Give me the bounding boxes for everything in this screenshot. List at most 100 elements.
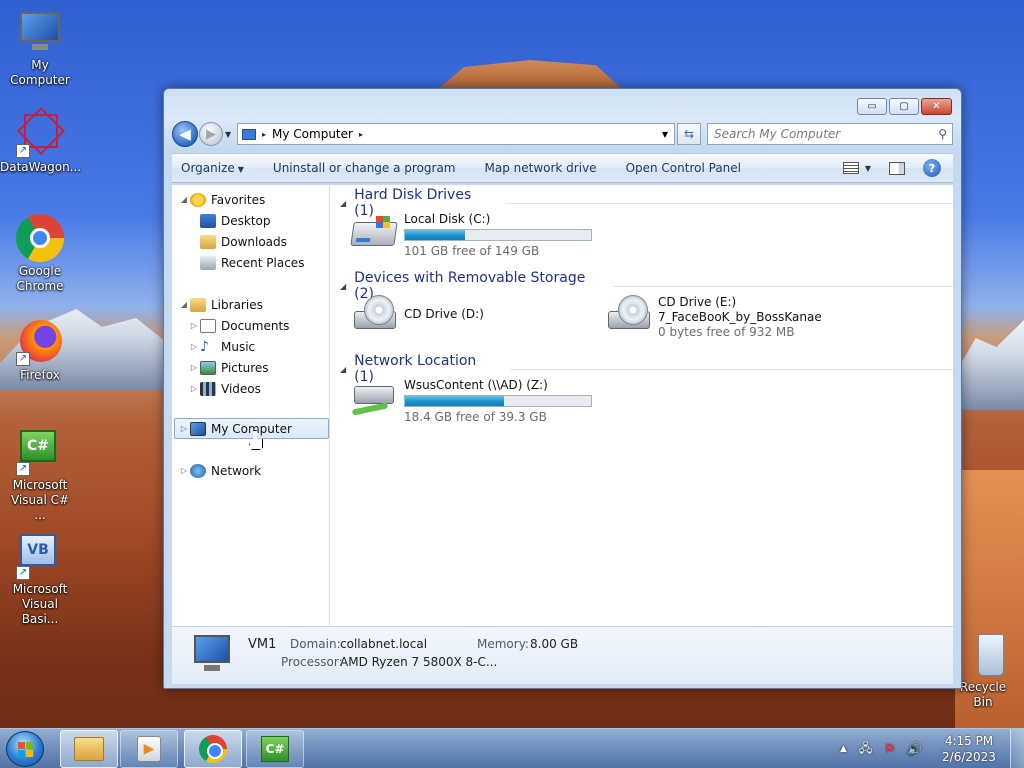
forward-button[interactable]: ▶ xyxy=(199,122,223,146)
nav-documents[interactable]: ▷ Documents xyxy=(188,315,289,336)
desktop-icon-visual-csharp[interactable]: C# ↗ Microsoft Visual C# ... xyxy=(0,428,80,523)
clock[interactable]: 4:15 PM 2/6/2023 xyxy=(934,733,1004,765)
drive-name: CD Drive (D:) xyxy=(404,307,484,321)
action-center-flag-icon[interactable]: ⚑ xyxy=(884,742,895,756)
nav-label: Desktop xyxy=(221,213,271,228)
network-icon xyxy=(190,463,206,478)
nav-network[interactable]: ▷ Network xyxy=(178,460,261,481)
computer-icon xyxy=(242,128,256,140)
search-input[interactable]: Search My Computer ⚲ xyxy=(707,123,953,145)
start-button[interactable] xyxy=(6,731,44,767)
nav-label: Network xyxy=(211,463,262,478)
nav-desktop[interactable]: Desktop xyxy=(200,210,271,231)
change-view-button[interactable]: ▼ xyxy=(842,162,871,174)
memory-label: Memory: xyxy=(477,637,529,651)
expand-triangle-icon[interactable]: ▷ xyxy=(188,384,200,393)
nav-label: My Computer xyxy=(211,421,292,436)
expand-triangle-icon[interactable]: ◢ xyxy=(178,300,190,309)
uninstall-program-button[interactable]: Uninstall or change a program xyxy=(273,161,456,175)
maximize-button[interactable]: ▢ xyxy=(889,98,919,115)
recent-pages-button[interactable]: ▼ xyxy=(225,130,235,139)
nav-recent-places[interactable]: Recent Places xyxy=(200,252,304,273)
desktop-icon-firefox[interactable]: ↗ Firefox xyxy=(0,318,80,383)
nav-label: Videos xyxy=(221,381,261,396)
volume-icon[interactable]: 🔊 xyxy=(907,742,922,756)
minimize-button[interactable]: ▭ xyxy=(857,98,887,115)
help-button[interactable]: ? xyxy=(923,159,941,177)
drive-usage-fill xyxy=(405,230,465,240)
chrome-icon xyxy=(16,214,64,262)
open-control-panel-button[interactable]: Open Control Panel xyxy=(626,161,741,175)
documents-icon xyxy=(200,318,216,333)
show-hidden-icons-button[interactable]: ▲ xyxy=(840,744,847,754)
drive-d[interactable]: CD Drive (D:) xyxy=(350,295,484,335)
desktop-icon-my-computer[interactable]: My Computer xyxy=(0,8,80,88)
taskbar-explorer[interactable] xyxy=(60,730,118,768)
computer-icon xyxy=(16,8,64,56)
shortcut-arrow-icon: ↗ xyxy=(16,462,30,476)
desktop-icon-visual-basic[interactable]: VB ↗ Microsoft Visual Basi... xyxy=(0,532,80,627)
desktop-icon-label: DataWagon... xyxy=(0,160,82,174)
expand-triangle-icon[interactable]: ▷ xyxy=(178,424,190,433)
expand-triangle-icon[interactable]: ▷ xyxy=(188,342,200,351)
map-network-drive-button[interactable]: Map network drive xyxy=(485,161,597,175)
computer-icon xyxy=(190,635,234,675)
nav-label: Documents xyxy=(221,318,290,333)
domain-value: collabnet.local xyxy=(340,637,428,651)
group-divider xyxy=(509,368,953,370)
show-desktop-button[interactable] xyxy=(1010,729,1024,768)
drive-c[interactable]: Local Disk (C:) 101 GB free of 149 GB xyxy=(350,212,592,259)
desktop-icon-chrome[interactable]: Google Chrome xyxy=(0,214,80,294)
explorer-window[interactable]: ▭ ▢ ✕ ◀ ▶ ▼ ▸ My Computer ▸ ▼ ⇆ Search M… xyxy=(163,88,962,689)
desktop-icon-label: Microsoft Visual C# ... xyxy=(10,478,70,522)
nav-downloads[interactable]: Downloads xyxy=(200,231,287,252)
nav-pictures[interactable]: ▷ Pictures xyxy=(188,357,269,378)
nav-videos[interactable]: ▷ Videos xyxy=(188,378,261,399)
taskbar-chrome[interactable] xyxy=(184,730,242,768)
chevron-right-icon[interactable]: ▸ xyxy=(359,130,363,139)
nav-libraries[interactable]: ◢ Libraries xyxy=(178,294,263,315)
drive-e[interactable]: CD Drive (E:) 7_FaceBooK_by_BossKanae 0 … xyxy=(604,295,822,340)
nav-music[interactable]: ▷ ♪ Music xyxy=(188,336,255,357)
vb-icon: VB ↗ xyxy=(16,532,64,580)
drive-usage-fill xyxy=(405,396,504,406)
drive-z[interactable]: WsusContent (\\AD) (Z:) 18.4 GB free of … xyxy=(350,378,592,425)
expand-triangle-icon[interactable]: ▷ xyxy=(188,363,200,372)
collapse-triangle-icon[interactable]: ◢ xyxy=(340,199,346,208)
drive-usage-bar xyxy=(404,229,592,241)
nav-label: Favorites xyxy=(211,192,266,207)
expand-triangle-icon[interactable]: ▷ xyxy=(178,466,190,475)
preview-pane-button[interactable] xyxy=(889,161,905,175)
collapse-triangle-icon[interactable]: ◢ xyxy=(340,282,346,291)
navigation-pane[interactable]: ◢ Favorites Desktop Downloads Recent Pla… xyxy=(172,185,330,626)
nav-favorites[interactable]: ◢ Favorites xyxy=(178,189,265,210)
music-icon: ♪ xyxy=(200,338,209,355)
csharp-icon: C# xyxy=(261,736,289,762)
content-pane[interactable]: ◢ Hard Disk Drives (1) Local Disk (C:) 1… xyxy=(332,185,953,626)
nav-label: Recent Places xyxy=(221,255,305,270)
taskbar-media-player[interactable]: ▶ xyxy=(120,730,178,768)
nav-my-computer[interactable]: ▷ My Computer xyxy=(174,418,329,439)
desktop-icon-datawagon[interactable]: ↗ DataWagon... xyxy=(0,106,82,175)
address-bar[interactable]: ▸ My Computer ▸ ▼ xyxy=(237,123,675,145)
downloads-folder-icon xyxy=(200,234,216,249)
chevron-right-icon[interactable]: ▸ xyxy=(262,130,266,139)
close-button[interactable]: ✕ xyxy=(921,98,952,115)
memory-value: 8.00 GB xyxy=(530,637,579,651)
drive-name: Local Disk (C:) xyxy=(404,212,491,226)
network-status-icon[interactable]: 🖧 xyxy=(859,739,872,760)
drive-name: CD Drive (E:) xyxy=(658,295,737,309)
back-button[interactable]: ◀ xyxy=(172,121,198,147)
refresh-button[interactable]: ⇆ xyxy=(677,123,701,145)
taskbar-visual-csharp[interactable]: C# xyxy=(246,730,304,768)
collapse-triangle-icon[interactable]: ◢ xyxy=(340,365,346,374)
processor-value: AMD Ryzen 7 5800X 8-C... xyxy=(340,655,498,669)
expand-triangle-icon[interactable]: ▷ xyxy=(188,321,200,330)
address-dropdown-icon[interactable]: ▼ xyxy=(662,130,668,139)
search-icon[interactable]: ⚲ xyxy=(938,127,947,141)
expand-triangle-icon[interactable]: ◢ xyxy=(178,195,190,204)
videos-icon xyxy=(200,381,216,396)
breadcrumb-my-computer[interactable]: My Computer xyxy=(272,127,353,141)
computer-name: VM1 xyxy=(248,637,277,652)
organize-button[interactable]: Organize ▼ xyxy=(181,161,244,175)
